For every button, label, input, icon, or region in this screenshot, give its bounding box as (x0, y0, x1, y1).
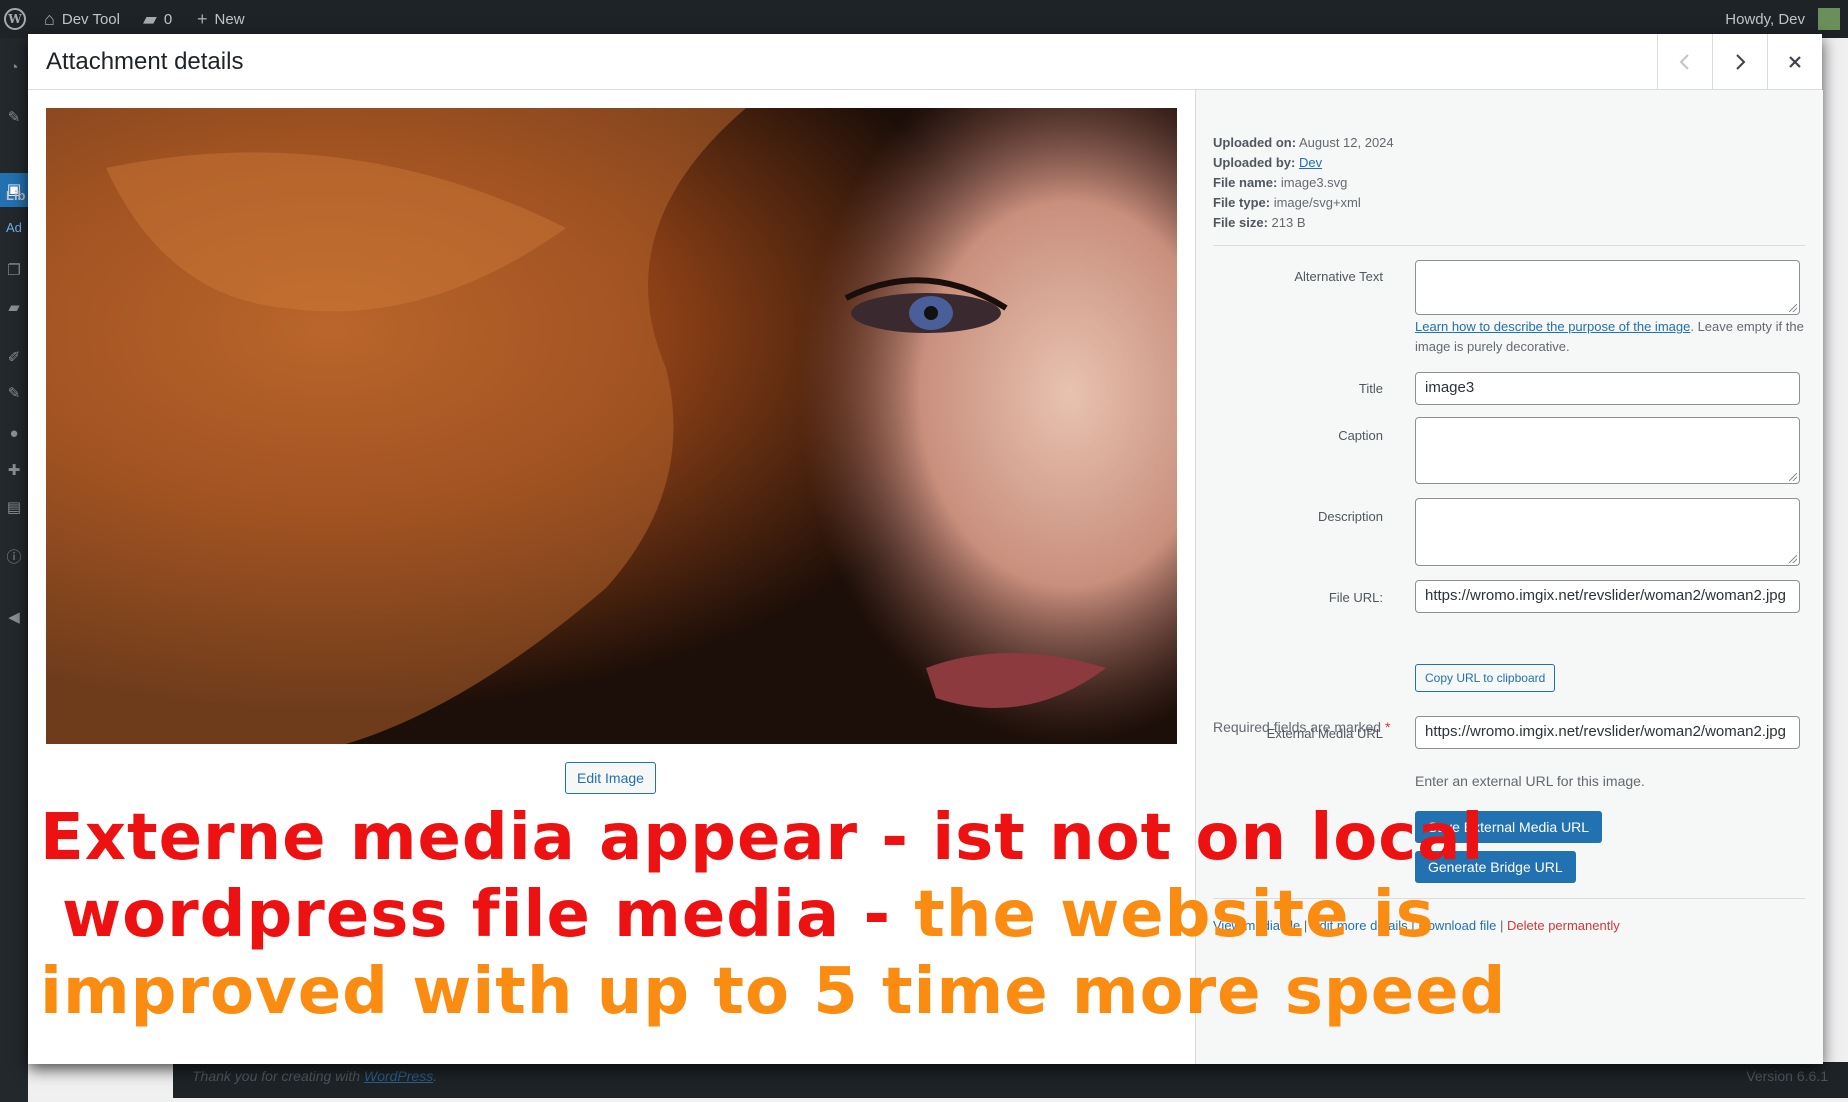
home-icon: ⌂ (44, 9, 55, 29)
uploaded-by-row: Uploaded by: Dev (1213, 153, 1394, 173)
external-url-help: Enter an external URL for this image. (1415, 773, 1645, 789)
chevron-right-icon (1736, 53, 1746, 70)
alt-text-help-link[interactable]: Learn how to describe the purpose of the… (1415, 319, 1690, 334)
required-star: * (1384, 719, 1391, 735)
comments-sidebar-icon[interactable]: ▰ (6, 300, 22, 316)
edit-image-button[interactable]: Edit Image (565, 762, 656, 794)
file-url-input[interactable]: https://wromo.imgix.net/revslider/woman2… (1415, 580, 1800, 613)
file-type-row: File type: image/svg+xml (1213, 193, 1394, 213)
external-url-label: External Media URL (1266, 726, 1383, 741)
footer-thanks-prefix: Thank you for creating with (192, 1068, 364, 1084)
admin-sidebar: ◔ ✎ ▣ Lib Ad ❐ ▰ ✐ ✎ ● ✚ ▤ ⓘ ◀ (0, 38, 28, 1102)
caption-label: Caption (1338, 428, 1383, 443)
uploaded-on-value: August 12, 2024 (1298, 135, 1394, 150)
uploaded-on-row: Uploaded on: August 12, 2024 (1213, 133, 1394, 153)
resize-handle[interactable] (1789, 304, 1797, 312)
comments-menu[interactable]: ▰ 0 (143, 0, 172, 38)
file-name-row: File name: image3.svg (1213, 173, 1394, 193)
wordpress-link[interactable]: WordPress (364, 1068, 433, 1084)
description-textarea[interactable] (1415, 498, 1800, 566)
posts-pin-icon[interactable]: ✎ (6, 110, 22, 126)
caption-line-1: Externe media appear - ist not on local (40, 801, 1485, 875)
caption-line-3: improved with up to 5 time more speed (40, 955, 1507, 1029)
avatar (1818, 8, 1840, 30)
account-menu[interactable]: Howdy, Dev (1725, 0, 1840, 38)
footer-version: Version 6.6.1 (1746, 1068, 1828, 1084)
overlay-caption: Externe media appear - ist not on local … (40, 800, 1507, 1031)
file-size-row: File size: 213 B (1213, 213, 1394, 233)
resize-handle[interactable] (1789, 473, 1797, 481)
users-icon[interactable]: ● (6, 426, 22, 442)
alt-text-help: Learn how to describe the purpose of the… (1415, 317, 1807, 357)
comment-icon: ▰ (143, 9, 157, 29)
file-details: Uploaded on: August 12, 2024 Uploaded by… (1213, 133, 1394, 233)
portrait-image-preview (46, 108, 1177, 744)
modal-header: Attachment details (28, 34, 1822, 90)
file-name-label: File name: (1213, 175, 1278, 190)
caption-line-2-orange: the website is (914, 878, 1435, 952)
title-label: Title (1358, 381, 1383, 396)
caption-line-2: wordpress file media - the website is (40, 877, 1460, 954)
previous-button[interactable] (1657, 34, 1712, 89)
new-content-menu[interactable]: + New (197, 0, 245, 38)
file-url-label: File URL: (1328, 590, 1383, 605)
appearance-icon[interactable]: ✐ (6, 350, 22, 366)
alt-text-textarea[interactable] (1415, 260, 1800, 315)
greeting: Howdy, Dev (1725, 10, 1805, 28)
file-size-label: File size: (1213, 215, 1268, 230)
pages-icon[interactable]: ❐ (6, 263, 22, 279)
tools-icon[interactable]: ✚ (6, 463, 22, 479)
title-input[interactable]: image3 (1415, 372, 1800, 405)
file-name-value: image3.svg (1280, 175, 1348, 190)
uploaded-on-label: Uploaded on: (1213, 135, 1297, 150)
uploaded-by-link[interactable]: Dev (1299, 155, 1322, 170)
caption-line-2-red: wordpress file media - (62, 878, 915, 952)
collapse-menu-icon[interactable]: ◀ (6, 610, 22, 626)
dashboard-icon[interactable]: ◔ (6, 60, 22, 76)
resize-handle[interactable] (1789, 555, 1797, 563)
alt-text-label: Alternative Text (1294, 269, 1383, 284)
copy-url-button[interactable]: Copy URL to clipboard (1415, 664, 1556, 692)
delete-permanently-link[interactable]: Delete permanently (1507, 918, 1620, 933)
caption-textarea[interactable] (1415, 417, 1800, 484)
close-button[interactable] (1767, 34, 1822, 89)
footer-thanks: Thank you for creating with WordPress. (192, 1068, 437, 1084)
next-button[interactable] (1712, 34, 1767, 89)
site-name-menu[interactable]: ⌂ Dev Tool (44, 0, 120, 38)
file-type-label: File type: (1213, 195, 1271, 210)
divider (1213, 245, 1805, 246)
description-label: Description (1317, 509, 1383, 524)
comments-count: 0 (163, 10, 173, 28)
modal-title: Attachment details (46, 48, 244, 75)
uploaded-by-label: Uploaded by: (1213, 155, 1296, 170)
settings-icon[interactable]: ▤ (6, 500, 22, 516)
chevron-left-icon (1679, 53, 1689, 70)
footer-thanks-suffix: . (433, 1068, 438, 1084)
site-name: Dev Tool (61, 10, 120, 28)
close-icon (1789, 55, 1801, 68)
file-type-value: image/svg+xml (1273, 195, 1361, 210)
file-size-value: 213 B (1271, 215, 1306, 230)
admin-bar: W ⌂ Dev Tool ▰ 0 + New Howdy, Dev (0, 0, 1848, 38)
external-url-input[interactable]: https://wromo.imgix.net/revslider/woman2… (1415, 716, 1800, 749)
info-icon[interactable]: ⓘ (6, 550, 22, 566)
separator: | (1499, 918, 1504, 933)
plus-icon: + (197, 9, 208, 29)
plugins-icon[interactable]: ✎ (6, 386, 22, 402)
sidebar-library-label[interactable]: Lib (6, 188, 26, 203)
attachment-image (46, 108, 1177, 744)
sidebar-add-label[interactable]: Ad (6, 220, 22, 235)
new-label: New (214, 10, 245, 28)
wordpress-logo-icon: W (4, 8, 26, 30)
wordpress-logo-menu[interactable]: W (4, 0, 26, 38)
